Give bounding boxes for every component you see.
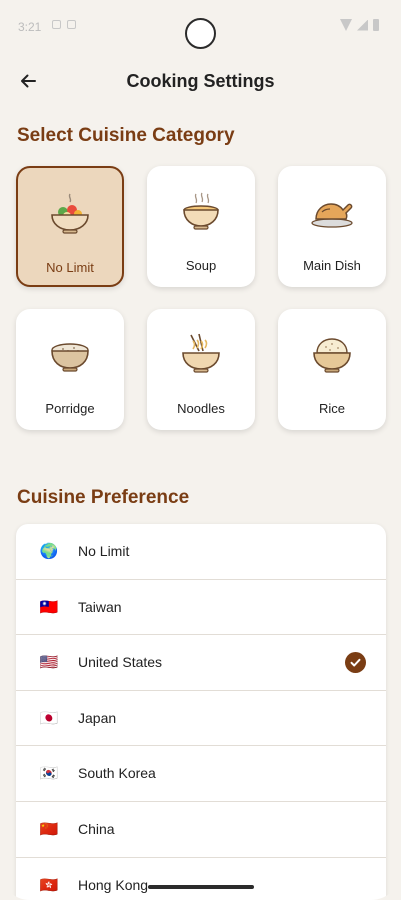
wifi-icon: [340, 19, 352, 31]
system-icons: [340, 19, 379, 31]
preference-row-japan[interactable]: 🇯🇵 Japan: [16, 691, 386, 747]
preference-list: 🌍 No Limit 🇹🇼 Taiwan 🇺🇸 United States 🇯🇵…: [16, 524, 386, 900]
app-screen: 3:21 Cooking Settings Select Cuisine Cat…: [0, 0, 401, 900]
preference-row-china[interactable]: 🇨🇳 China: [16, 802, 386, 858]
alarm-icon: [52, 20, 61, 29]
category-card-soup[interactable]: Soup: [147, 166, 255, 287]
preference-label: South Korea: [78, 765, 156, 782]
noodles-bowl-icon: [182, 333, 220, 373]
rice-bowl-icon: [313, 338, 351, 373]
mixed-bowl-icon: [51, 193, 89, 234]
preference-row-no-limit[interactable]: 🌍 No Limit: [16, 524, 386, 580]
taiwan-flag-icon: 🇹🇼: [39, 598, 59, 616]
preference-label: Hong Kong: [78, 876, 149, 893]
category-card-porridge[interactable]: Porridge: [16, 309, 124, 430]
category-card-main-dish[interactable]: Main Dish: [278, 166, 386, 287]
category-label: Main Dish: [303, 258, 361, 273]
camera-cutout: [185, 18, 216, 49]
preference-row-taiwan[interactable]: 🇹🇼 Taiwan: [16, 580, 386, 636]
status-time: 3:21: [18, 20, 42, 34]
globe-icon: 🌍: [39, 543, 59, 560]
preference-label: No Limit: [78, 543, 130, 559]
battery-icon: [373, 19, 379, 31]
hongkong-flag-icon: 🇭🇰: [39, 876, 59, 894]
preference-label: China: [78, 820, 115, 837]
japan-flag-icon: 🇯🇵: [39, 709, 59, 727]
us-flag-icon: 🇺🇸: [39, 654, 59, 672]
signal-icon: [357, 19, 368, 31]
roast-chicken-icon: [311, 203, 353, 228]
category-label: Noodles: [177, 401, 225, 416]
china-flag-icon: 🇨🇳: [39, 820, 59, 838]
korea-flag-icon: 🇰🇷: [39, 765, 59, 783]
notification-icon: [67, 20, 76, 29]
category-section-title: Select Cuisine Category: [17, 125, 235, 146]
preference-section-title: Cuisine Preference: [17, 487, 190, 508]
preference-label: United States: [78, 654, 163, 671]
preference-label: Taiwan: [78, 598, 122, 615]
status-bar: 3:21: [0, 0, 401, 50]
check-circle-icon: [345, 652, 366, 674]
category-label: Rice: [318, 401, 345, 416]
category-card-rice[interactable]: Rice: [278, 309, 386, 430]
notification-icons: [52, 20, 76, 29]
category-card-no-limit[interactable]: No Limit: [16, 166, 124, 287]
category-label: Soup: [185, 258, 217, 273]
category-label: No Limit: [46, 260, 94, 275]
app-bar: Cooking Settings: [0, 58, 401, 104]
preference-label: Japan: [78, 709, 117, 726]
soup-bowl-icon: [183, 192, 219, 230]
home-indicator[interactable]: [148, 885, 254, 889]
porridge-bowl-icon: [51, 343, 89, 372]
preference-row-hong-kong[interactable]: 🇭🇰 Hong Kong: [16, 858, 386, 900]
page-title: Cooking Settings: [126, 71, 275, 91]
preference-row-united-states[interactable]: 🇺🇸 United States: [16, 635, 386, 691]
category-card-noodles[interactable]: Noodles: [147, 309, 255, 430]
category-label: Porridge: [45, 401, 95, 416]
preference-row-south-korea[interactable]: 🇰🇷 South Korea: [16, 746, 386, 802]
